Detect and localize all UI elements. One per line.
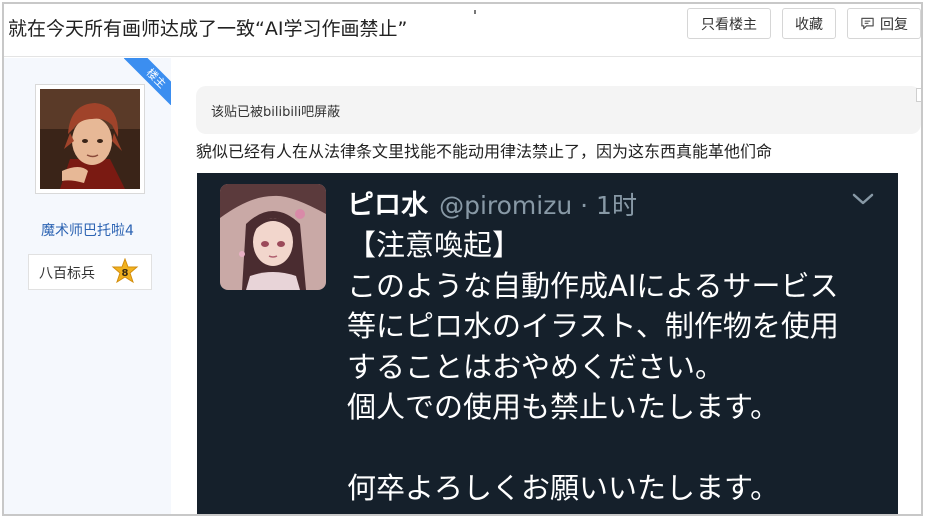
tweet-header: ピロ水 @piromizu · 1时 <box>347 183 637 222</box>
author-avatar[interactable] <box>40 89 140 189</box>
embedded-tweet-image[interactable]: ピロ水 @piromizu · 1时 【注意喚起】 このような自動作成AIによる… <box>197 173 898 514</box>
level-badge-icon: 8 <box>111 258 139 284</box>
tweet-line: 何卒よろしくお願いいたします。 <box>347 471 780 505</box>
post-body-text: 貌似已经有人在从法律条文里找能不能动用律法禁止了，因为这东西真能革他们命 <box>196 142 773 161</box>
level-title: 八百标兵 <box>39 266 95 282</box>
divider-dot <box>474 10 476 14</box>
tweet-line: することはおやめください。 <box>347 349 725 384</box>
reply-icon <box>861 17 874 30</box>
tweet-line: 個人での使用も禁止いたします。 <box>347 390 780 424</box>
author-name-link[interactable]: 魔术师巴托啦4 <box>4 220 171 240</box>
tweet-line <box>347 428 839 469</box>
tweet-author-name: ピロ水 <box>347 190 428 221</box>
tweet-handle-time: @piromizu · 1时 <box>439 191 637 220</box>
thread-title: 就在今天所有画师达成了一致“AI学习作画禁止” <box>8 18 408 40</box>
chevron-down-icon <box>852 193 874 205</box>
level-number: 8 <box>122 268 129 279</box>
blocked-notice: 该贴已被bilibili吧屏蔽 <box>196 86 921 134</box>
only-op-button[interactable]: 只看楼主 <box>687 8 771 39</box>
blocked-notice-text: 该贴已被bilibili吧屏蔽 <box>211 105 341 120</box>
tweet-body: 【注意喚起】 このような自動作成AIによるサービス 等にピロ水のイラスト、制作物… <box>347 225 839 509</box>
post-frame: 就在今天所有画师达成了一致“AI学习作画禁止” 只看楼主 收藏 回复 楼主 魔术… <box>2 2 923 516</box>
reply-button-label: 回复 <box>880 16 908 33</box>
author-avatar-frame[interactable] <box>35 84 145 194</box>
tweet-line: 等にピロ水のイラスト、制作物を使用 <box>347 309 839 343</box>
tweet-line: 【注意喚起】 <box>347 228 522 262</box>
tweet-avatar <box>220 184 326 290</box>
author-level[interactable]: 八百标兵 8 <box>28 254 152 290</box>
reply-button[interactable]: 回复 <box>847 8 921 39</box>
thread-header: 就在今天所有画师达成了一致“AI学习作画禁止” 只看楼主 收藏 回复 <box>4 4 921 57</box>
tweet-line: このような自動作成AIによるサービス <box>347 268 839 303</box>
notice-side-icon <box>916 88 921 102</box>
favorite-button[interactable]: 收藏 <box>782 8 836 39</box>
